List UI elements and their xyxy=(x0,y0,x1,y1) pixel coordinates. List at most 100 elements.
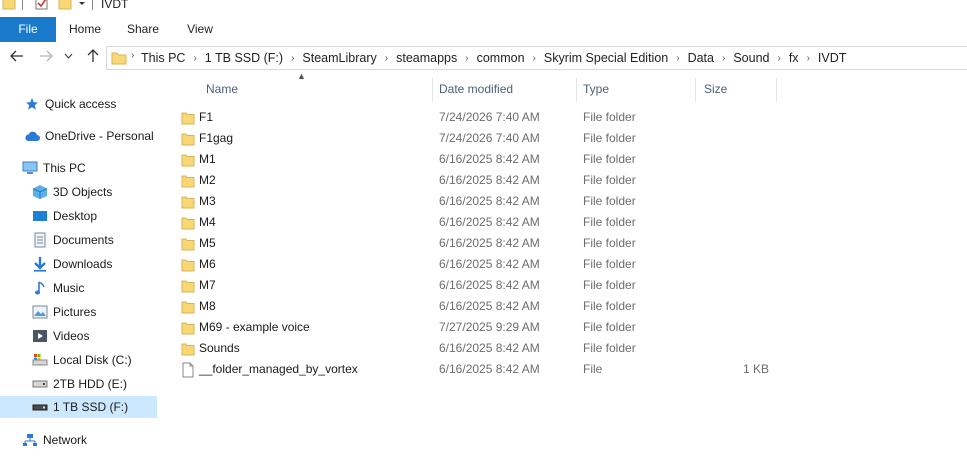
navigation-pane: Quick access OneDrive - Personal This PC… xyxy=(0,86,160,460)
file-type: File folder xyxy=(583,173,636,187)
folder-icon xyxy=(181,238,195,251)
chevron-right-icon[interactable]: › xyxy=(193,53,196,64)
file-date-modified: 6/16/2025 8:42 AM xyxy=(439,194,540,208)
column-divider[interactable] xyxy=(695,78,696,102)
file-type: File folder xyxy=(583,236,636,250)
system-drive-icon xyxy=(32,352,48,368)
file-name: M4 xyxy=(199,215,216,229)
file-type: File folder xyxy=(583,320,636,334)
sidebar-item-2tb-hdd-e[interactable]: 2TB HDD (E:) xyxy=(32,373,189,395)
sidebar-item-local-disk-c[interactable]: Local Disk (C:) xyxy=(32,349,189,371)
breadcrumb-item[interactable]: Sound xyxy=(733,51,769,65)
file-name: M8 xyxy=(199,299,216,313)
sidebar-item-label: OneDrive - Personal xyxy=(45,129,154,143)
sidebar-item-1tb-ssd-f[interactable]: 1 TB SSD (F:) xyxy=(0,396,157,418)
folder-icon[interactable] xyxy=(2,0,16,12)
sidebar-item-pictures[interactable]: Pictures xyxy=(32,301,189,323)
column-date-modified[interactable]: Date modified xyxy=(439,72,574,102)
properties-icon[interactable] xyxy=(35,0,49,12)
column-size[interactable]: Size xyxy=(704,72,774,102)
breadcrumb-item[interactable]: Skyrim Special Edition xyxy=(544,51,668,65)
file-name: M69 - example voice xyxy=(199,320,310,334)
breadcrumb-item[interactable]: Data xyxy=(688,51,714,65)
tab-home[interactable]: Home xyxy=(62,17,108,42)
back-arrow-icon[interactable] xyxy=(8,48,26,68)
sidebar-item-quick-access[interactable]: Quick access xyxy=(24,93,181,115)
column-divider[interactable] xyxy=(776,78,777,102)
chevron-right-icon[interactable]: › xyxy=(807,53,810,64)
file-type: File folder xyxy=(583,131,636,145)
chevron-right-icon[interactable]: › xyxy=(777,53,780,64)
file-date-modified: 6/16/2025 8:42 AM xyxy=(439,152,540,166)
file-row[interactable]: M4 6/16/2025 8:42 AM File folder xyxy=(176,212,796,233)
column-type[interactable]: Type xyxy=(583,72,693,102)
forward-arrow-icon[interactable] xyxy=(37,48,55,68)
file-row[interactable]: M7 6/16/2025 8:42 AM File folder xyxy=(176,275,796,296)
document-icon xyxy=(32,232,48,248)
customize-toolbar-icon[interactable] xyxy=(77,0,87,12)
file-row[interactable]: F1gag 7/24/2026 7:40 AM File folder xyxy=(176,128,796,149)
network-icon xyxy=(22,432,38,448)
file-row[interactable]: M5 6/16/2025 8:42 AM File folder xyxy=(176,233,796,254)
breadcrumb-item[interactable]: 1 TB SSD (F:) xyxy=(205,51,283,65)
new-folder-icon[interactable] xyxy=(58,0,72,12)
breadcrumb-item[interactable]: common xyxy=(477,51,525,65)
sidebar-item-network[interactable]: Network xyxy=(22,429,179,451)
sidebar-item-label: Pictures xyxy=(53,305,97,319)
desktop-icon xyxy=(32,208,48,224)
file-row[interactable]: Sounds 6/16/2025 8:42 AM File folder xyxy=(176,338,796,359)
drive-icon xyxy=(32,399,48,415)
file-date-modified: 7/24/2026 7:40 AM xyxy=(439,110,540,124)
sidebar-item-desktop[interactable]: Desktop xyxy=(32,205,189,227)
breadcrumb-item[interactable]: fx xyxy=(789,51,799,65)
sidebar-item-music[interactable]: Music xyxy=(32,277,189,299)
file-row[interactable]: __folder_managed_by_vortex 6/16/2025 8:42… xyxy=(176,359,796,380)
address-bar[interactable]: › This PC › 1 TB SSD (F:) › SteamLibrary › … xyxy=(106,46,967,70)
sidebar-item-downloads[interactable]: Downloads xyxy=(32,253,189,275)
file-date-modified: 6/16/2025 8:42 AM xyxy=(439,362,540,376)
file-name: M6 xyxy=(199,257,216,271)
file-name: Sounds xyxy=(199,341,240,355)
chevron-right-icon[interactable]: › xyxy=(533,53,536,64)
column-name[interactable]: Name xyxy=(206,72,431,102)
tab-view[interactable]: View xyxy=(178,17,222,42)
ribbon: File Home Share View xyxy=(0,17,967,42)
sidebar-item-documents[interactable]: Documents xyxy=(32,229,189,251)
breadcrumb-item[interactable]: steamapps xyxy=(396,51,457,65)
chevron-right-icon[interactable]: › xyxy=(722,53,725,64)
file-name: F1 xyxy=(199,110,214,124)
breadcrumb-item[interactable]: This PC xyxy=(141,51,185,65)
sidebar-item-this-pc[interactable]: This PC xyxy=(22,157,179,179)
column-divider[interactable] xyxy=(576,78,577,102)
file-row[interactable]: M1 6/16/2025 8:42 AM File folder xyxy=(176,149,796,170)
file-row[interactable]: M6 6/16/2025 8:42 AM File folder xyxy=(176,254,796,275)
breadcrumb-chevron-icon[interactable]: › xyxy=(131,50,134,61)
chevron-right-icon[interactable]: › xyxy=(465,53,468,64)
breadcrumb-item[interactable]: IVDT xyxy=(818,51,846,65)
file-row[interactable]: M2 6/16/2025 8:42 AM File folder xyxy=(176,170,796,191)
sidebar-item-onedrive[interactable]: OneDrive - Personal xyxy=(24,125,181,147)
toolbar-divider xyxy=(22,0,23,10)
chevron-right-icon[interactable]: › xyxy=(291,53,294,64)
toolbar-divider xyxy=(92,0,93,10)
tab-file[interactable]: File xyxy=(0,17,56,42)
file-row[interactable]: M3 6/16/2025 8:42 AM File folder xyxy=(176,191,796,212)
sidebar-item-label: Music xyxy=(53,281,85,295)
up-arrow-icon[interactable] xyxy=(84,48,102,68)
chevron-right-icon[interactable]: › xyxy=(385,53,388,64)
breadcrumb-item[interactable]: SteamLibrary xyxy=(302,51,376,65)
recent-locations-chevron-icon[interactable] xyxy=(62,48,74,68)
file-name: M2 xyxy=(199,173,216,187)
file-name: M5 xyxy=(199,236,216,250)
file-date-modified: 6/16/2025 8:42 AM xyxy=(439,257,540,271)
file-type: File folder xyxy=(583,194,636,208)
file-row[interactable]: M69 - example voice 7/27/2025 9:29 AM File… xyxy=(176,317,796,338)
chevron-right-icon[interactable]: › xyxy=(676,53,679,64)
file-row[interactable]: M8 6/16/2025 8:42 AM File folder xyxy=(176,296,796,317)
folder-icon xyxy=(181,259,195,272)
file-row[interactable]: F1 7/24/2026 7:40 AM File folder xyxy=(176,107,796,128)
sidebar-item-videos[interactable]: Videos xyxy=(32,325,189,347)
tab-share[interactable]: Share xyxy=(120,17,166,42)
column-divider[interactable] xyxy=(432,78,433,102)
sidebar-item-3d-objects[interactable]: 3D Objects xyxy=(32,181,189,203)
